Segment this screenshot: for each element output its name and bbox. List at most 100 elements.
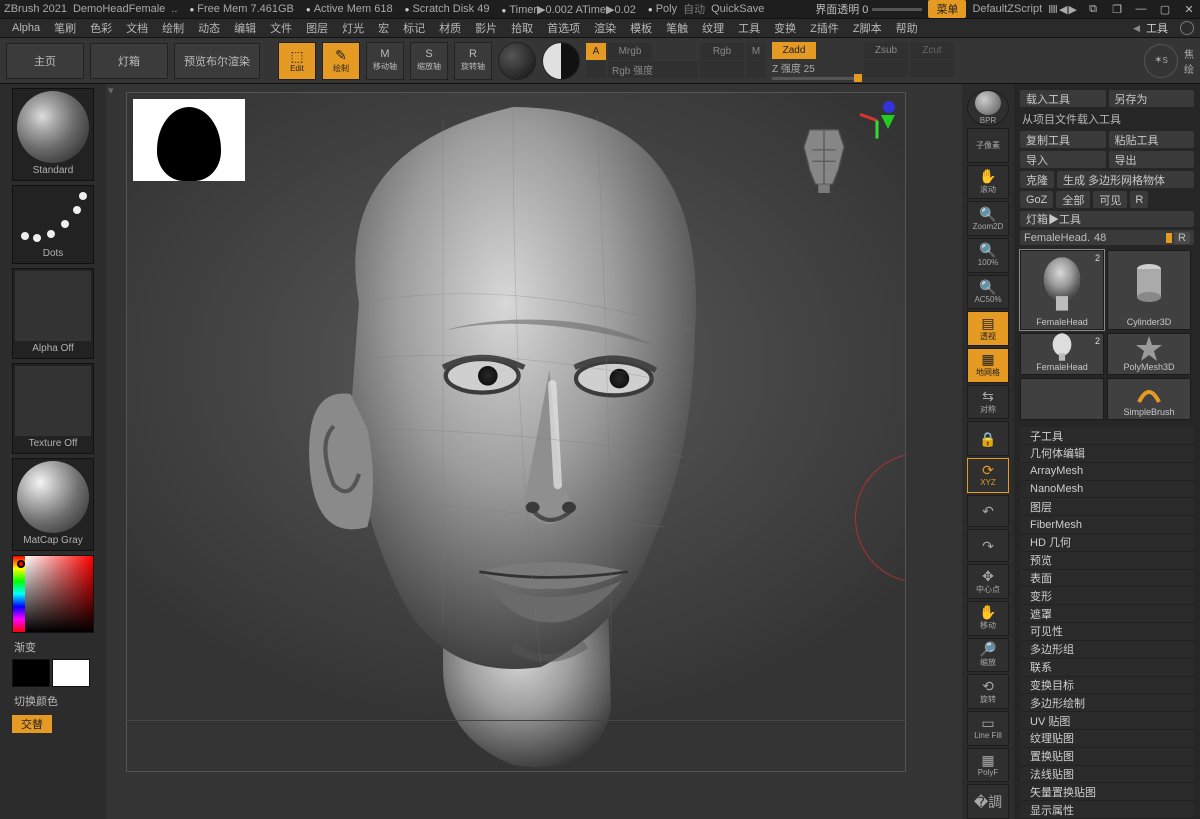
tool-slot-empty[interactable] — [1020, 378, 1104, 420]
brush-settings-icon[interactable]: ✶S — [1144, 44, 1178, 78]
z-intensity-slider[interactable]: Z 强度 25 — [772, 60, 862, 80]
sub-texturemap[interactable]: 纹理贴图 — [1020, 730, 1194, 748]
home-tab[interactable]: 主页 — [6, 43, 84, 79]
copy-tool-button[interactable]: 复制工具 — [1020, 131, 1106, 148]
menu-zplugin[interactable]: Z插件 — [804, 18, 845, 38]
secondary-color-swatch[interactable] — [52, 659, 90, 687]
tool-name-slider[interactable]: FemaleHead. 48 R — [1020, 230, 1194, 245]
import-button[interactable]: 导入 — [1020, 151, 1106, 168]
menu-draw[interactable]: 绘制 — [156, 18, 190, 38]
frame-button[interactable]: ✥中心点 — [967, 564, 1009, 599]
m-button[interactable]: M — [746, 43, 766, 60]
tool-femalehead-1[interactable]: 2 FemaleHead — [1020, 250, 1104, 330]
sub-morph[interactable]: 变换目标 — [1020, 677, 1194, 695]
draw-mode-button[interactable]: ✎绘制 — [322, 42, 360, 80]
paste-tool-button[interactable]: 粘贴工具 — [1109, 131, 1195, 148]
menu-prefs[interactable]: 首选项 — [541, 18, 586, 38]
sub-preview[interactable]: 预览 — [1020, 552, 1194, 570]
menu-brush[interactable]: 笔刷 — [48, 18, 82, 38]
linefill-button[interactable]: ▭Line Fill — [967, 711, 1009, 746]
menu-picker[interactable]: 拾取 — [505, 18, 539, 38]
panel-cycle-button[interactable] — [1180, 21, 1194, 35]
menu-help[interactable]: 帮助 — [890, 18, 924, 38]
spin-view-button[interactable]: ⟲旋转 — [967, 674, 1009, 709]
export-button[interactable]: 导出 — [1109, 151, 1195, 168]
menu-stroke[interactable]: 笔触 — [660, 18, 694, 38]
zoom2d-button[interactable]: 🔍Zoom2D — [967, 201, 1009, 236]
a-button[interactable]: A — [586, 43, 606, 60]
perspective-button[interactable]: ▤透视 — [967, 311, 1009, 346]
scroll-button[interactable]: ✋滚动 — [967, 165, 1009, 200]
reference-thumbnail[interactable] — [133, 99, 245, 181]
menu-toggle[interactable]: 菜单 — [928, 0, 966, 18]
sub-arraymesh[interactable]: ArrayMesh — [1020, 463, 1194, 481]
menu-tool[interactable]: 工具 — [732, 18, 766, 38]
menu-light[interactable]: 灯光 — [336, 18, 370, 38]
menu-color[interactable]: 色彩 — [84, 18, 118, 38]
main-color-swatch[interactable] — [12, 659, 50, 687]
brush-picker[interactable]: Standard — [12, 88, 94, 181]
gradient-label[interactable]: 渐变 — [12, 637, 102, 655]
quicksave-button[interactable]: QuickSave — [711, 3, 764, 15]
canvas-collapse-icon[interactable]: ▾ — [108, 84, 114, 97]
sv-gradient[interactable] — [25, 556, 93, 632]
maximize-icon[interactable]: ▢ — [1158, 2, 1172, 16]
stroke-picker[interactable]: Dots — [12, 185, 94, 264]
lightbox-tools-button[interactable]: 灯箱▶工具 — [1020, 211, 1194, 227]
sub-fibermesh[interactable]: FiberMesh — [1020, 516, 1194, 534]
alpha-picker[interactable]: Alpha Off — [12, 268, 94, 359]
rotate-mode-button[interactable]: R旋转轴 — [454, 42, 492, 80]
sub-uvmap[interactable]: UV 贴图 — [1020, 712, 1194, 730]
texture-picker[interactable]: Texture Off — [12, 363, 94, 454]
sub-geometry[interactable]: 几何体编辑 — [1020, 445, 1194, 463]
menu-stencil[interactable]: 模板 — [624, 18, 658, 38]
clone-button[interactable]: 克隆 — [1020, 171, 1054, 188]
tool-cylinder3d[interactable]: Cylinder3D — [1107, 250, 1191, 330]
zoom-view-button[interactable]: 🔎缩放 — [967, 638, 1009, 673]
extra-button[interactable]: �調 — [967, 784, 1009, 819]
minimize-icon[interactable]: — — [1134, 2, 1148, 16]
sub-polypaint[interactable]: 多边形绘制 — [1020, 694, 1194, 712]
local-sym-button[interactable]: ⇆对称 — [967, 385, 1009, 420]
sub-vector-disp[interactable]: 矢量置换贴图 — [1020, 783, 1194, 801]
gizmo-toggle[interactable] — [498, 42, 536, 80]
r-toggle[interactable]: R — [1174, 232, 1190, 244]
rot-right-button[interactable]: ↷ — [967, 529, 1009, 562]
dock-icon[interactable]: ⧉ — [1086, 2, 1100, 16]
tool-polymesh3d[interactable]: PolyMesh3D — [1107, 333, 1191, 375]
sub-layers[interactable]: 图层 — [1020, 498, 1194, 516]
swap-button[interactable]: 交替 — [12, 715, 52, 733]
move-view-button[interactable]: ✋移动 — [967, 601, 1009, 636]
live-boolean-tab[interactable]: 预览布尔渲染 — [174, 43, 260, 79]
goz-visible-button[interactable]: 可见 — [1093, 191, 1127, 208]
make-polymesh-button[interactable]: 生成 多边形网格物体 — [1057, 171, 1194, 188]
rgb-button[interactable]: Rgb — [700, 43, 744, 60]
sub-polygroups[interactable]: 多边形组 — [1020, 641, 1194, 659]
panel-collapse-icon[interactable] — [1133, 22, 1140, 34]
bpr-button[interactable]: BPR — [967, 90, 1009, 126]
save-as-button[interactable]: 另存为 — [1109, 90, 1195, 107]
sub-visibility[interactable]: 可见性 — [1020, 623, 1194, 641]
menu-marker[interactable]: 标记 — [397, 18, 431, 38]
menu-movie[interactable]: 影片 — [469, 18, 503, 38]
sub-surface[interactable]: 表面 — [1020, 570, 1194, 588]
menu-layer[interactable]: 图层 — [300, 18, 334, 38]
sub-contact[interactable]: 联系 — [1020, 659, 1194, 677]
sculptris-toggle[interactable] — [542, 42, 580, 80]
close-icon[interactable]: ✕ — [1182, 2, 1196, 16]
tool-simplebrush[interactable]: SimpleBrush — [1107, 378, 1191, 420]
menu-edit[interactable]: 编辑 — [228, 18, 262, 38]
rgb-intensity-label[interactable]: Rgb 强度 — [608, 61, 698, 78]
viewport[interactable] — [126, 92, 906, 772]
sub-subtool[interactable]: 子工具 — [1020, 427, 1194, 445]
xyz-button[interactable]: ⟳XYZ — [967, 458, 1009, 493]
rot-left-button[interactable]: ↶ — [967, 495, 1009, 528]
polyframe-button[interactable]: ▦PolyF — [967, 748, 1009, 783]
load-from-project-label[interactable]: 从项目文件载入工具 — [1020, 110, 1194, 128]
menu-texture[interactable]: 纹理 — [696, 18, 730, 38]
aahalf-button[interactable]: 🔍AC50% — [967, 275, 1009, 310]
mrgb-button[interactable]: Mrgb — [608, 43, 652, 60]
menu-alpha[interactable]: Alpha — [6, 20, 46, 36]
subpixel-button[interactable]: 子像素 — [967, 128, 1009, 163]
menu-zscript[interactable]: Z脚本 — [847, 18, 888, 38]
